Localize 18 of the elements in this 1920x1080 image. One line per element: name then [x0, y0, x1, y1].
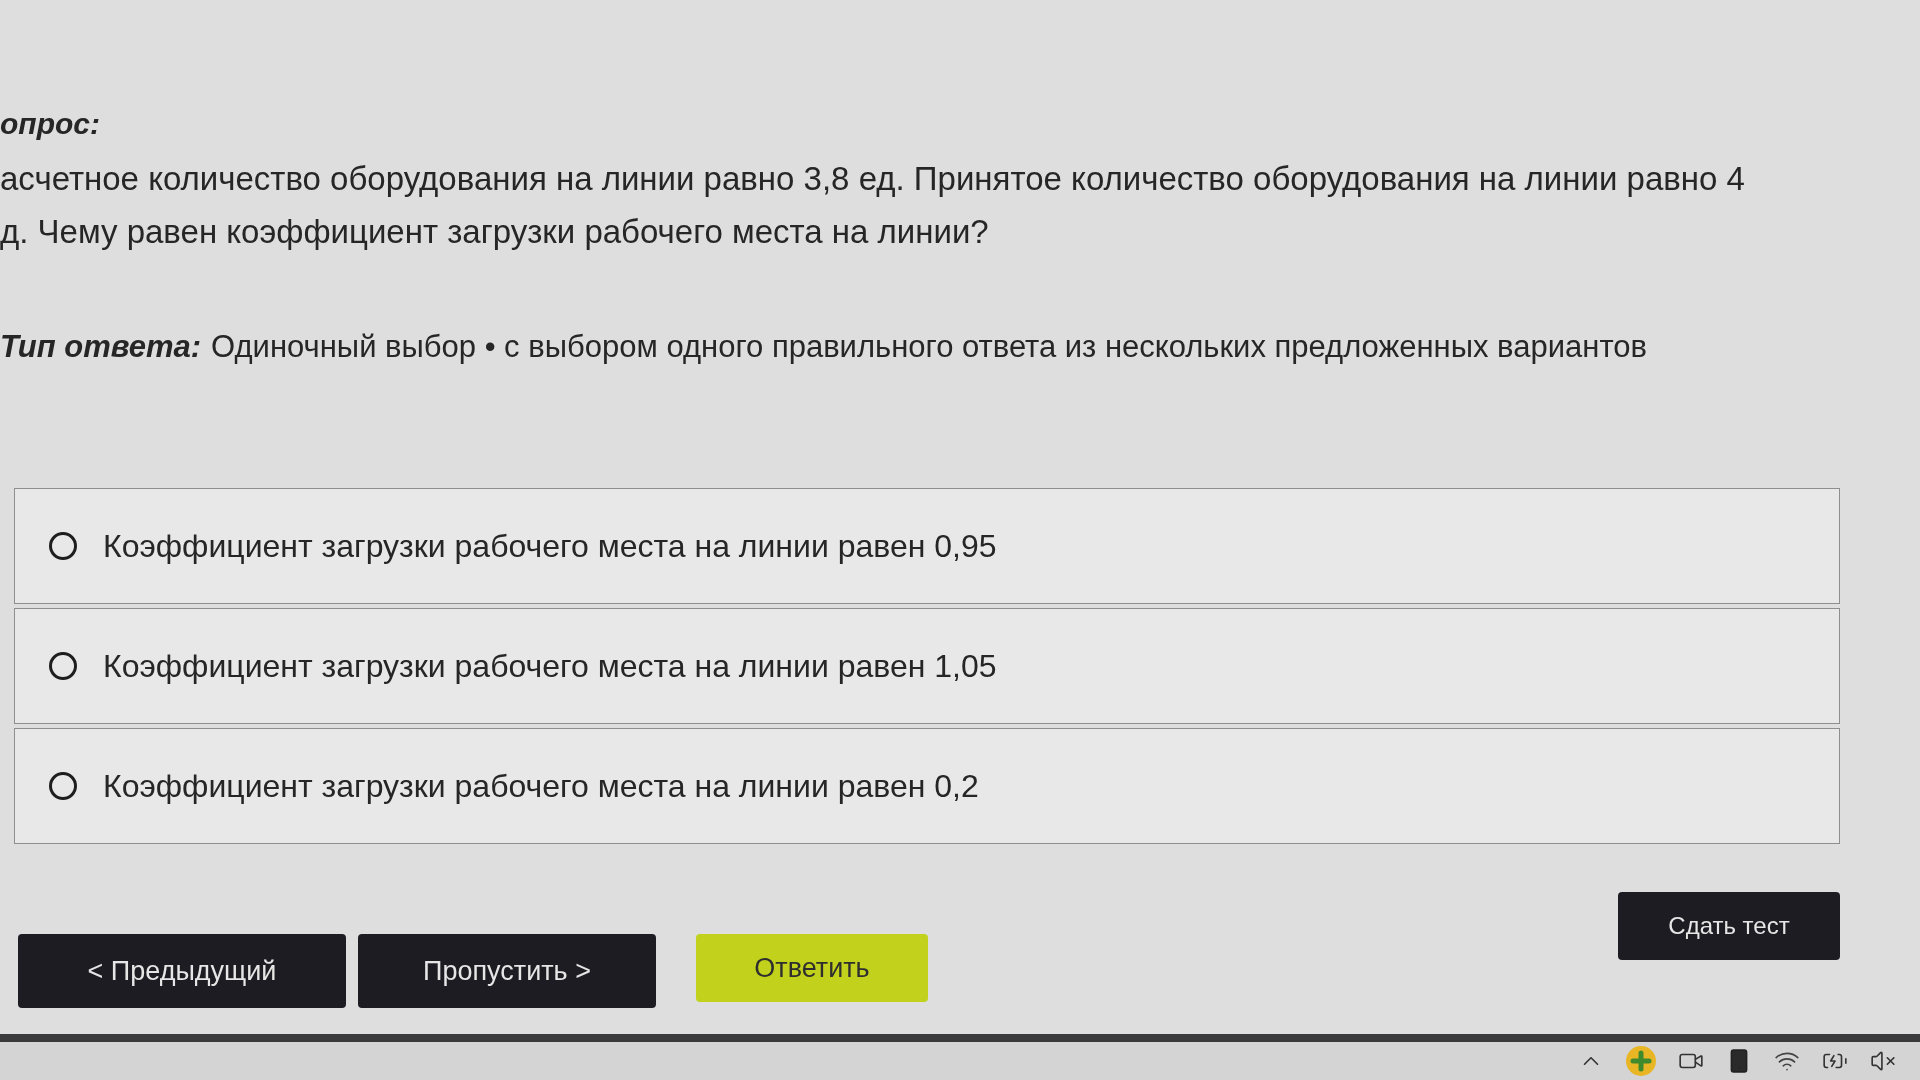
nav-button[interactable]: Пропустить > — [358, 934, 656, 1008]
question-text: асчетное количество оборудования на линии равно 3,8 ед. Принятое количество оборудования на линии равно 4 д. Чему равен коэффициент загрузки рабочего места на линии? — [0, 159, 1745, 252]
answer-option[interactable]: Коэффициент загрузки рабочего места на линии равен 1,05 — [14, 608, 1840, 724]
answer-option[interactable]: Коэффициент загрузки рабочего места на линии равен 0,95 — [14, 488, 1840, 604]
option-text: Коэффициент загрузки рабочего места на линии равен 0,2 — [103, 767, 979, 806]
option-text: Коэффициент загрузки рабочего места на линии равен 0,95 — [103, 527, 997, 566]
option-text: Коэффициент загрузки рабочего места на линии равен 1,05 — [103, 647, 997, 686]
answer-type-value: Одиночный выбор • с выбором одного правильного ответа из нескольких предложенных вариантов — [211, 328, 1647, 366]
plus-badge-icon[interactable] — [1626, 1046, 1656, 1076]
answer-type-label: Тип ответа: — [0, 328, 202, 366]
radio-button[interactable] — [49, 532, 77, 560]
submit-test-button[interactable]: Сдать тест — [1618, 892, 1840, 960]
answer-button[interactable]: Ответить — [696, 934, 928, 1002]
radio-button[interactable] — [49, 652, 77, 680]
nav-button[interactable]: < Предыдущий — [18, 934, 346, 1008]
answer-option[interactable]: Коэффициент загрузки рабочего места на линии равен 0,2 — [14, 728, 1840, 844]
question-label: опрос: — [0, 106, 100, 142]
radio-button[interactable] — [49, 772, 77, 800]
